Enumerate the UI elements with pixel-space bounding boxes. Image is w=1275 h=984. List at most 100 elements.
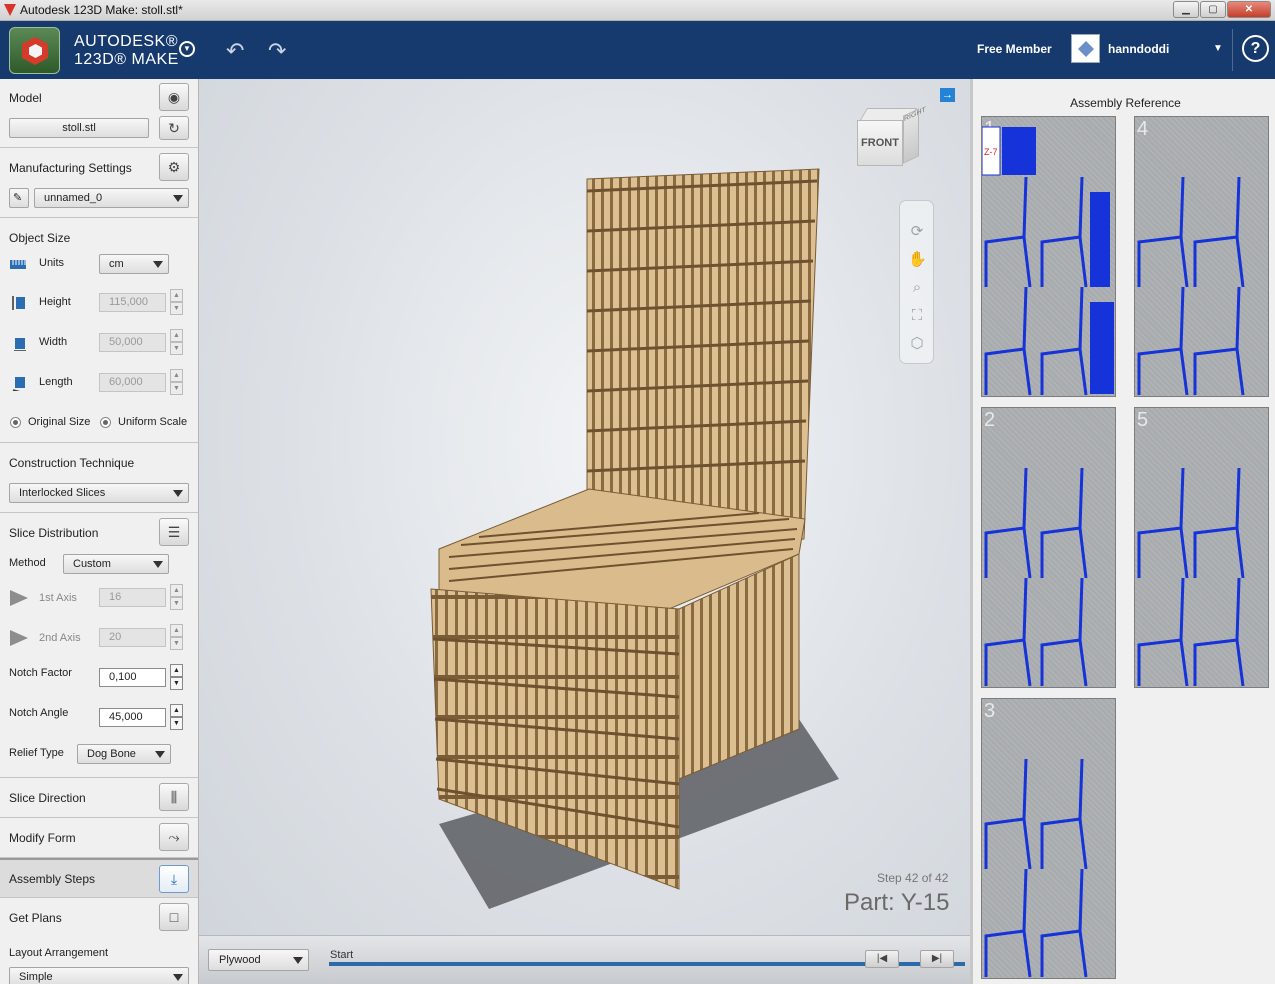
method-select[interactable]: Custom bbox=[63, 554, 169, 574]
construction-value: Interlocked Slices bbox=[19, 487, 106, 499]
playback-bar: Plywood Start |◀ ▶| bbox=[199, 935, 970, 984]
slice-direction-button[interactable]: ⫼ bbox=[159, 783, 189, 811]
axis2-arrow-icon bbox=[10, 630, 28, 646]
slice-direction-section: Slice Direction ⫼ bbox=[0, 778, 198, 818]
pencil-icon: ✎ bbox=[13, 192, 23, 204]
material-value: Plywood bbox=[219, 954, 261, 966]
notch-factor-stepper[interactable]: ▲ ▼ bbox=[170, 664, 183, 691]
length-field[interactable]: 60,000 bbox=[99, 373, 166, 392]
axis1-stepper[interactable]: ▲ ▼ bbox=[170, 584, 183, 611]
manufacturing-title: Manufacturing Settings bbox=[9, 161, 132, 175]
relief-type-value: Dog Bone bbox=[87, 748, 136, 760]
object-size-section: Object Size Units cm Height 115,000 ▲ ▼ W… bbox=[0, 218, 198, 443]
home-view-icon[interactable]: ⬡ bbox=[908, 335, 926, 353]
avatar[interactable] bbox=[1071, 34, 1100, 63]
username[interactable]: hanndoddi bbox=[1108, 42, 1169, 56]
height-stepper[interactable]: ▲ ▼ bbox=[170, 289, 183, 316]
height-label: Height bbox=[39, 296, 71, 308]
app-logo[interactable] bbox=[9, 27, 60, 74]
height-icon bbox=[12, 296, 25, 310]
3d-viewport[interactable]: → FRONT RIGHT ⟳ ✋ ⌕ ⛶ ⬡ Step 42 of 42 Pa… bbox=[199, 79, 970, 984]
length-stepper[interactable]: ▲ ▼ bbox=[170, 369, 183, 396]
axis1-field[interactable]: 16 bbox=[99, 588, 166, 607]
modify-form-section: Modify Form ⤳ bbox=[0, 818, 198, 858]
notch-factor-label: Notch Factor bbox=[9, 667, 72, 679]
close-button[interactable]: ✕ bbox=[1227, 1, 1271, 18]
notch-factor-field[interactable]: 0,100 bbox=[99, 668, 166, 687]
previous-step-button[interactable]: |◀ bbox=[865, 950, 899, 968]
expand-panel-icon[interactable]: → bbox=[940, 88, 955, 102]
method-label: Method bbox=[9, 557, 46, 569]
construction-section: Construction Technique Interlocked Slice… bbox=[0, 443, 198, 513]
next-step-button[interactable]: ▶| bbox=[920, 950, 954, 968]
slice-distribution-button[interactable]: ☰ bbox=[159, 518, 189, 546]
width-icon bbox=[14, 338, 26, 351]
fit-view-icon[interactable]: ⛶ bbox=[908, 307, 926, 325]
sheet-layout bbox=[984, 758, 1088, 978]
manufacturing-settings-button[interactable]: ⚙ bbox=[159, 153, 189, 181]
slice-direction-title: Slice Direction bbox=[9, 791, 86, 805]
eye-icon: ◉ bbox=[167, 89, 181, 105]
preset-value: unnamed_0 bbox=[44, 192, 103, 204]
zoom-magnifier-icon[interactable]: ⌕ bbox=[908, 279, 926, 297]
sheet-layout: Z-7 bbox=[982, 126, 1114, 396]
brand-line1: AUTODESK® bbox=[74, 33, 179, 50]
minimize-button[interactable]: ▁ bbox=[1173, 1, 1199, 18]
slice-lines-icon: ⫼ bbox=[170, 789, 178, 805]
material-select[interactable]: Plywood bbox=[208, 949, 309, 971]
assembly-steps-button[interactable]: ⤓ bbox=[159, 865, 189, 893]
settings-panel: Model ◉ stoll.stl ↻ Manufacturing Settin… bbox=[0, 79, 199, 984]
axis2-field[interactable]: 20 bbox=[99, 628, 166, 647]
sheet-5[interactable]: 5 bbox=[1134, 407, 1269, 688]
redo-icon[interactable]: ↷ bbox=[268, 38, 286, 64]
maximize-button[interactable]: ▢ bbox=[1200, 1, 1226, 18]
units-select[interactable]: cm bbox=[99, 254, 169, 274]
app-menu-chevron-icon[interactable]: ▼ bbox=[179, 41, 195, 57]
visibility-button[interactable]: ◉ bbox=[159, 83, 189, 111]
window-title: Autodesk 123D Make: stoll.stl* bbox=[20, 3, 183, 17]
modify-form-button[interactable]: ⤳ bbox=[159, 823, 189, 851]
axis2-label: 2nd Axis bbox=[39, 632, 81, 644]
viewcube-right[interactable]: RIGHT bbox=[903, 106, 926, 164]
assembly-steps-section[interactable]: Assembly Steps ⤓ bbox=[0, 858, 198, 898]
get-plans-button[interactable]: □ bbox=[159, 903, 189, 931]
pan-hand-icon[interactable]: ✋ bbox=[908, 251, 927, 269]
header-divider bbox=[1232, 29, 1233, 71]
axis2-stepper[interactable]: ▲ ▼ bbox=[170, 624, 183, 651]
model-file-button[interactable]: stoll.stl bbox=[9, 118, 149, 138]
sheet-1[interactable]: 1 Z-7 bbox=[981, 116, 1116, 397]
edit-preset-button[interactable]: ✎ bbox=[9, 188, 29, 208]
sheet-4[interactable]: 4 bbox=[1134, 116, 1269, 397]
orbit-icon[interactable]: ⟳ bbox=[908, 223, 926, 241]
sheet-3[interactable]: 3 bbox=[981, 698, 1116, 979]
relief-type-label: Relief Type bbox=[9, 747, 64, 759]
ruler-icon bbox=[10, 260, 26, 269]
uniform-scale-label: Uniform Scale bbox=[118, 416, 188, 428]
undo-icon[interactable]: ↶ bbox=[226, 38, 244, 64]
help-button[interactable]: ? bbox=[1242, 35, 1269, 62]
notch-angle-field[interactable]: 45,000 bbox=[99, 708, 166, 727]
navigation-bar: ⟳ ✋ ⌕ ⛶ ⬡ bbox=[899, 200, 934, 364]
sheet-layout bbox=[984, 467, 1088, 687]
user-menu-chevron-icon[interactable]: ▼ bbox=[1213, 43, 1223, 54]
axis1-label: 1st Axis bbox=[39, 592, 77, 604]
units-value: cm bbox=[109, 258, 124, 270]
width-stepper[interactable]: ▲ ▼ bbox=[170, 329, 183, 356]
uniform-scale-radio[interactable] bbox=[100, 417, 111, 428]
model-section: Model ◉ stoll.stl ↻ bbox=[0, 79, 198, 148]
construction-title: Construction Technique bbox=[9, 456, 135, 470]
original-size-radio[interactable] bbox=[10, 417, 21, 428]
sheet-2[interactable]: 2 bbox=[981, 407, 1116, 688]
notch-angle-stepper[interactable]: ▲ ▼ bbox=[170, 704, 183, 731]
construction-select[interactable]: Interlocked Slices bbox=[9, 483, 189, 503]
layout-arrangement-select[interactable]: Simple bbox=[9, 967, 189, 984]
reload-button[interactable]: ↻ bbox=[159, 116, 189, 140]
width-field[interactable]: 50,000 bbox=[99, 333, 166, 352]
relief-type-select[interactable]: Dog Bone bbox=[77, 744, 171, 764]
modify-shape-icon: ⤳ bbox=[168, 829, 180, 845]
viewcube-front[interactable]: FRONT bbox=[857, 120, 903, 166]
preset-select[interactable]: unnamed_0 bbox=[34, 188, 189, 208]
height-field[interactable]: 115,000 bbox=[99, 293, 166, 312]
viewcube[interactable]: FRONT RIGHT bbox=[857, 106, 926, 170]
get-plans-section: Get Plans □ Layout Arrangement Simple bbox=[0, 898, 198, 984]
